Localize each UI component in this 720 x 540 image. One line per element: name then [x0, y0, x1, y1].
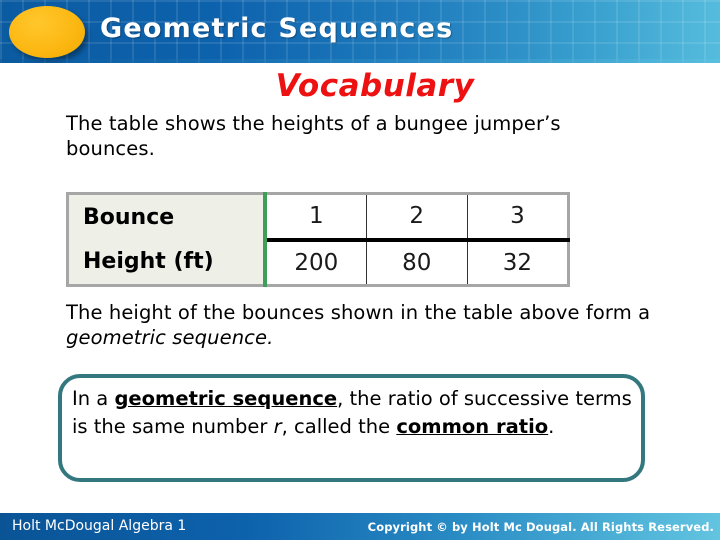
bounce-height-table: Bounce 1 2 3 Height (ft) 200 80 32 [66, 192, 570, 287]
followup-paragraph-prefix: The height of the bounces shown in the t… [66, 301, 651, 324]
definition-term-geometric-sequence: geometric sequence [114, 387, 338, 410]
table-cell-height-2: 80 [365, 239, 468, 286]
definition-segment-1: In a [72, 387, 115, 410]
table-row-bounce: Bounce 1 2 3 [67, 193, 569, 242]
definition-variable-r: r [273, 415, 282, 438]
table-cell-bounce-1: 1 [264, 193, 367, 242]
table-row-label-bounce: Bounce [67, 193, 267, 240]
page-title: Geometric Sequences [100, 13, 454, 44]
table-cell-bounce-3: 3 [466, 193, 569, 242]
definition-segment-3: , called the [281, 415, 397, 438]
header-ellipse-decoration [9, 6, 85, 58]
definition-callout-text: In a geometric sequence, the ratio of su… [72, 385, 652, 441]
intro-paragraph: The table shows the heights of a bungee … [66, 112, 561, 160]
table-cell-bounce-2: 2 [365, 193, 468, 242]
table-cell-height-1: 200 [264, 239, 367, 286]
table-cell-height-3: 32 [466, 239, 569, 286]
table-row-label-height: Height (ft) [67, 239, 267, 286]
definition-term-common-ratio: common ratio [396, 415, 549, 438]
footer-book-title: Holt McDougal Algebra 1 [12, 518, 187, 534]
vocabulary-heading: Vocabulary [275, 68, 475, 104]
header-banner: Geometric Sequences [0, 0, 720, 63]
footer-copyright: Copyright © by Holt Mc Dougal. All Right… [367, 520, 714, 534]
followup-paragraph: The height of the bounces shown in the t… [66, 300, 666, 350]
footer-bar: Holt McDougal Algebra 1 Copyright © by H… [0, 513, 720, 540]
definition-segment-4: . [548, 415, 555, 438]
followup-paragraph-term: geometric sequence. [66, 326, 274, 349]
table-row-height: Height (ft) 200 80 32 [67, 239, 569, 286]
